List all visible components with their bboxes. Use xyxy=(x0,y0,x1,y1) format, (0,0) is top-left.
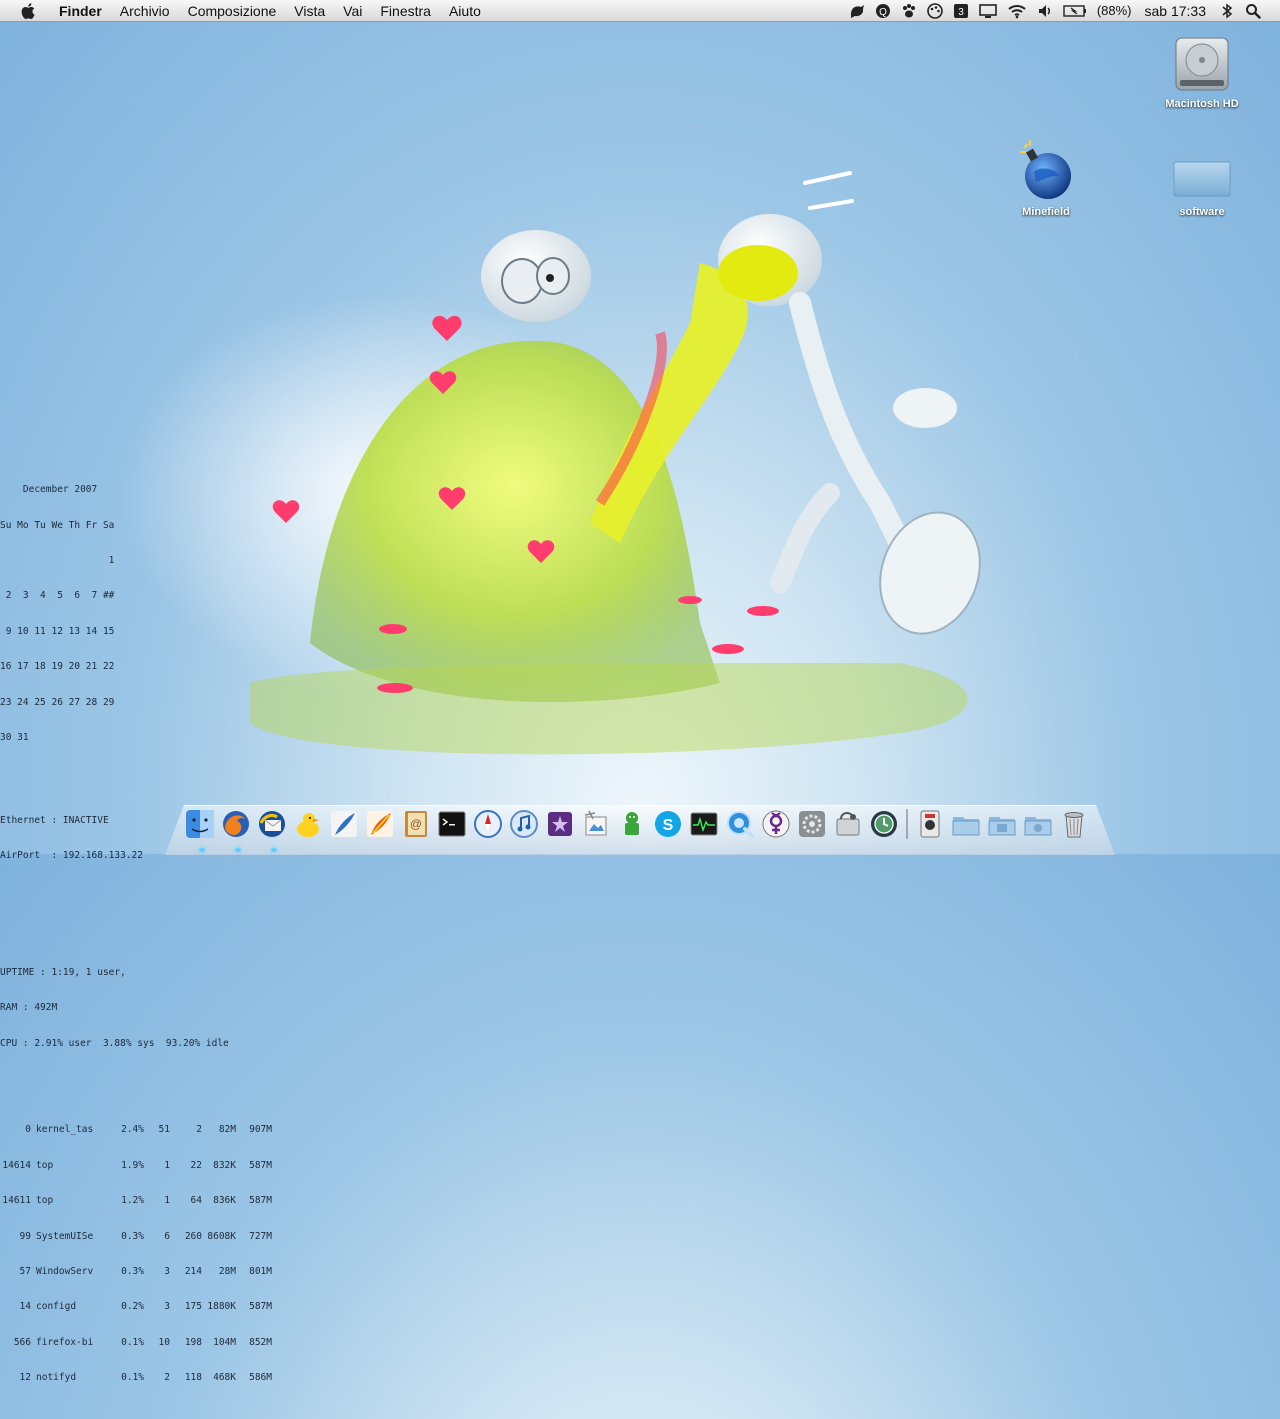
itunes-icon[interactable] xyxy=(508,808,540,840)
calendar-week: 9 10 11 12 13 14 15 xyxy=(0,625,115,637)
growl-icon[interactable] xyxy=(849,0,865,22)
venus-icon[interactable] xyxy=(760,808,792,840)
svg-text:Q: Q xyxy=(879,7,887,18)
finder-icon[interactable] xyxy=(184,808,216,840)
menu-composizione[interactable]: Composizione xyxy=(179,0,286,22)
skype-icon[interactable]: S xyxy=(652,808,684,840)
ram-line: RAM : 492M xyxy=(0,1002,58,1014)
menu-archivio[interactable]: Archivio xyxy=(111,0,179,22)
terminal-icon[interactable] xyxy=(436,808,468,840)
dock-separator xyxy=(906,809,908,839)
volume-icon[interactable] xyxy=(1037,0,1053,22)
palette-icon[interactable] xyxy=(927,0,943,22)
downloads-stack-icon[interactable] xyxy=(1022,808,1054,840)
system-info: UPTIME : 1:19, 1 user, RAM : 492M CPU : … xyxy=(0,943,300,1073)
calendar-week: 2 3 4 5 6 7 ## xyxy=(0,590,115,602)
process-row: 14611 top 1.2% 1 64 836K 587M xyxy=(2,1195,272,1207)
feather-icon[interactable] xyxy=(328,808,360,840)
battery-percent[interactable]: (88%) xyxy=(1097,0,1132,22)
dock: @ S xyxy=(184,804,1094,844)
calendar-week: 1 xyxy=(0,554,115,566)
menu-vai[interactable]: Vai xyxy=(334,0,371,22)
folder-icon xyxy=(1170,140,1234,204)
menu-bar: Finder Archivio Composizione Vista Vai F… xyxy=(0,0,1280,22)
process-row: 0 kernel_tas 2.4% 51 2 82M 907M xyxy=(25,1124,272,1136)
desktop-icon-software[interactable]: software xyxy=(1147,140,1257,218)
geektool-overlay: December 2007 Su Mo Tu We Th Fr Sa 1 2 3… xyxy=(0,437,300,1419)
menu-vista[interactable]: Vista xyxy=(285,0,334,22)
uptime-line: UPTIME : 1:19, 1 user, xyxy=(0,967,126,979)
camera-icon[interactable] xyxy=(914,808,946,840)
paw-icon[interactable] xyxy=(901,0,917,22)
documents-stack-icon[interactable] xyxy=(986,808,1018,840)
adium-icon[interactable] xyxy=(292,808,324,840)
status-area: Q 3 (88%) sab 17:33 xyxy=(844,0,1280,22)
process-row: 12 notifyd 0.1% 2 118 468K 586M xyxy=(19,1372,272,1384)
trisector-icon[interactable]: 3 xyxy=(953,0,969,22)
firefox-icon[interactable] xyxy=(220,808,252,840)
calendar-month: December 2007 xyxy=(0,484,98,496)
menubar-clock[interactable]: sab 17:33 xyxy=(1145,0,1207,22)
calendar-week: 23 24 25 26 27 28 29 xyxy=(0,696,115,708)
quicksilver-icon[interactable]: Q xyxy=(875,0,891,22)
trash-icon[interactable] xyxy=(1058,808,1090,840)
menu-finestra[interactable]: Finestra xyxy=(371,0,440,22)
process-row: 566 firefox-bi 0.1% 10 198 104M 852M xyxy=(13,1336,272,1348)
svg-text:@: @ xyxy=(410,817,422,831)
cpu-line: CPU : 2.91% user 3.88% sys 93.20% idle xyxy=(0,1037,229,1049)
desktop-icon-label: Macintosh HD xyxy=(1165,98,1239,110)
activity-monitor-icon[interactable] xyxy=(688,808,720,840)
calendar-widget: December 2007 Su Mo Tu We Th Fr Sa 1 2 3… xyxy=(0,461,300,768)
running-indicator xyxy=(235,848,241,852)
thunderbird-icon[interactable] xyxy=(256,808,288,840)
address-book-icon[interactable]: @ xyxy=(400,808,432,840)
menu-aiuto[interactable]: Aiuto xyxy=(440,0,490,22)
hard-drive-icon xyxy=(1170,32,1234,96)
minefield-icon xyxy=(1014,140,1078,204)
apple-menu-icon[interactable] xyxy=(18,1,38,21)
desktop-icon-label: software xyxy=(1179,206,1225,218)
calendar-weekdays: Su Mo Tu We Th Fr Sa xyxy=(0,519,115,531)
svg-text:3: 3 xyxy=(958,7,964,18)
calendar-week: 30 31 xyxy=(0,731,29,743)
time-machine-icon[interactable] xyxy=(868,808,900,840)
android-icon[interactable] xyxy=(616,808,648,840)
running-indicator xyxy=(271,848,277,852)
process-row: 14 configd 0.2% 3 175 1880K 587M xyxy=(19,1301,272,1313)
disk-utility-icon[interactable] xyxy=(832,808,864,840)
process-list: 0 kernel_tas 2.4% 51 2 82M 907M 14614 top 1.9% 1 2… xyxy=(0,1101,300,1408)
battery-icon[interactable] xyxy=(1063,0,1087,22)
photo-icon[interactable] xyxy=(544,808,576,840)
pen-icon[interactable] xyxy=(364,808,396,840)
process-row: 57 WindowServ 0.3% 3 214 28M 801M xyxy=(19,1265,272,1277)
display-icon[interactable] xyxy=(979,0,997,22)
preview-icon[interactable] xyxy=(580,808,612,840)
folder-stack-icon[interactable] xyxy=(950,808,982,840)
safari-icon[interactable] xyxy=(472,808,504,840)
running-indicator xyxy=(199,848,205,852)
quicktime-icon[interactable] xyxy=(724,808,756,840)
system-prefs-icon[interactable] xyxy=(796,808,828,840)
bluetooth-icon[interactable] xyxy=(1219,0,1235,22)
desktop-icon-minefield[interactable]: Minefield xyxy=(991,140,1101,218)
desktop-icon-label: Minefield xyxy=(1022,206,1070,218)
menu-app-finder[interactable]: Finder xyxy=(50,0,111,22)
process-row: 99 SystemUISe 0.3% 6 260 8608K 727M xyxy=(19,1230,272,1242)
process-row: 14614 top 1.9% 1 22 832K 587M xyxy=(2,1159,272,1171)
calendar-week: 16 17 18 19 20 21 22 xyxy=(0,661,115,673)
svg-text:S: S xyxy=(663,817,674,834)
desktop-icon-macintosh-hd[interactable]: Macintosh HD xyxy=(1147,32,1257,110)
wifi-icon[interactable] xyxy=(1007,0,1027,22)
spotlight-icon[interactable] xyxy=(1245,0,1261,22)
